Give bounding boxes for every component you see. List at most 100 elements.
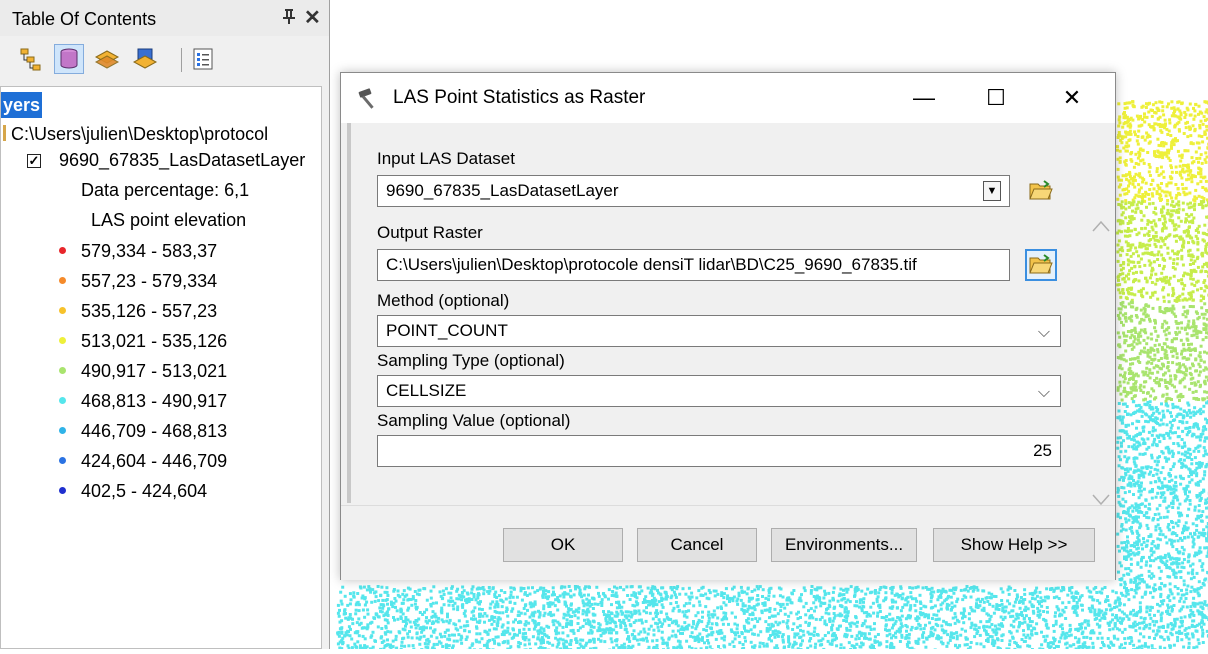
map-point [677, 629, 680, 632]
map-point [1061, 601, 1064, 604]
map-point [1204, 158, 1207, 161]
map-point [582, 609, 585, 612]
map-point [931, 587, 934, 590]
map-point [752, 613, 755, 616]
map-point [1002, 618, 1005, 621]
map-point [1196, 333, 1199, 336]
map-point [1153, 219, 1156, 222]
map-point [384, 645, 387, 648]
close-icon[interactable]: ✕ [304, 5, 321, 30]
map-point [441, 645, 444, 648]
map-point [1119, 450, 1122, 453]
map-point [1173, 462, 1176, 465]
map-point [799, 624, 802, 627]
map-point [812, 601, 815, 604]
map-point [1135, 250, 1138, 253]
map-point [1146, 116, 1149, 119]
map-point [1128, 490, 1131, 493]
map-point [1131, 261, 1134, 264]
options-icon[interactable] [188, 44, 218, 74]
map-point [810, 589, 813, 592]
map-point [1132, 622, 1135, 625]
map-point [615, 631, 618, 634]
map-point [1198, 134, 1201, 137]
map-point [1124, 491, 1127, 494]
map-point [1159, 144, 1162, 147]
map-point [1156, 184, 1159, 187]
map-point [1121, 429, 1124, 432]
map-point [1158, 533, 1161, 536]
map-point [1179, 475, 1182, 478]
map-point [702, 628, 705, 631]
map-point [1175, 166, 1178, 169]
map-point [1129, 244, 1132, 247]
map-point [1157, 250, 1160, 253]
map-point [773, 595, 776, 598]
map-point [1194, 128, 1197, 131]
map-point [370, 601, 373, 604]
map-point [1171, 200, 1174, 203]
map-point [1198, 374, 1201, 377]
map-point [1156, 629, 1159, 632]
map-point [924, 613, 927, 616]
map-point [831, 624, 834, 627]
map-point [1163, 320, 1166, 323]
map-point [946, 608, 949, 611]
map-point [1164, 563, 1167, 566]
map-point [1142, 426, 1145, 429]
map-point [1116, 149, 1119, 152]
map-point [1194, 270, 1197, 273]
map-point [1192, 602, 1195, 605]
map-point [366, 623, 369, 626]
map-point [1188, 490, 1191, 493]
map-point [1137, 356, 1140, 359]
layer-visibility-checkbox[interactable]: ✓ [27, 154, 41, 168]
map-point [1157, 359, 1160, 362]
layers-root-node[interactable]: yers [1, 92, 42, 118]
map-point [1193, 509, 1196, 512]
map-point [1193, 576, 1196, 579]
map-point [942, 620, 945, 623]
map-point [1121, 213, 1124, 216]
map-point [1125, 320, 1128, 323]
list-by-selection-icon[interactable] [130, 44, 160, 74]
list-by-source-icon[interactable] [54, 44, 84, 74]
list-by-visibility-icon[interactable] [92, 44, 122, 74]
map-point [792, 622, 795, 625]
map-point [1202, 338, 1205, 341]
map-point [1184, 633, 1187, 636]
pin-icon[interactable] [282, 8, 296, 29]
map-point [1160, 636, 1163, 639]
map-point [1138, 575, 1141, 578]
map-point [1201, 635, 1204, 638]
map-point [1133, 581, 1136, 584]
map-point [1140, 410, 1143, 413]
map-point [1148, 188, 1151, 191]
map-point [1125, 275, 1128, 278]
map-point [1154, 460, 1157, 463]
map-point [698, 600, 701, 603]
map-point [645, 606, 648, 609]
map-point [1155, 473, 1158, 476]
map-point [415, 626, 418, 629]
map-point [1148, 570, 1151, 573]
map-point [1185, 636, 1188, 639]
layer-name[interactable]: 9690_67835_LasDatasetLayer [59, 150, 305, 171]
map-point [1168, 528, 1171, 531]
map-point [1179, 118, 1182, 121]
map-point [1119, 583, 1122, 586]
map-point [1169, 645, 1172, 648]
map-point [1184, 122, 1187, 125]
map-point [1169, 588, 1172, 591]
map-point [1139, 321, 1142, 324]
workspace-path[interactable]: C:\Users\julien\Desktop\protocol [11, 124, 268, 145]
map-point [1170, 181, 1173, 184]
map-point [868, 632, 871, 635]
list-by-drawing-order-icon[interactable] [16, 44, 46, 74]
map-point [385, 586, 388, 589]
map-point [1142, 635, 1145, 638]
map-point [1196, 141, 1199, 144]
map-point [1150, 126, 1153, 129]
map-point [1174, 585, 1177, 588]
map-point [1187, 404, 1190, 407]
